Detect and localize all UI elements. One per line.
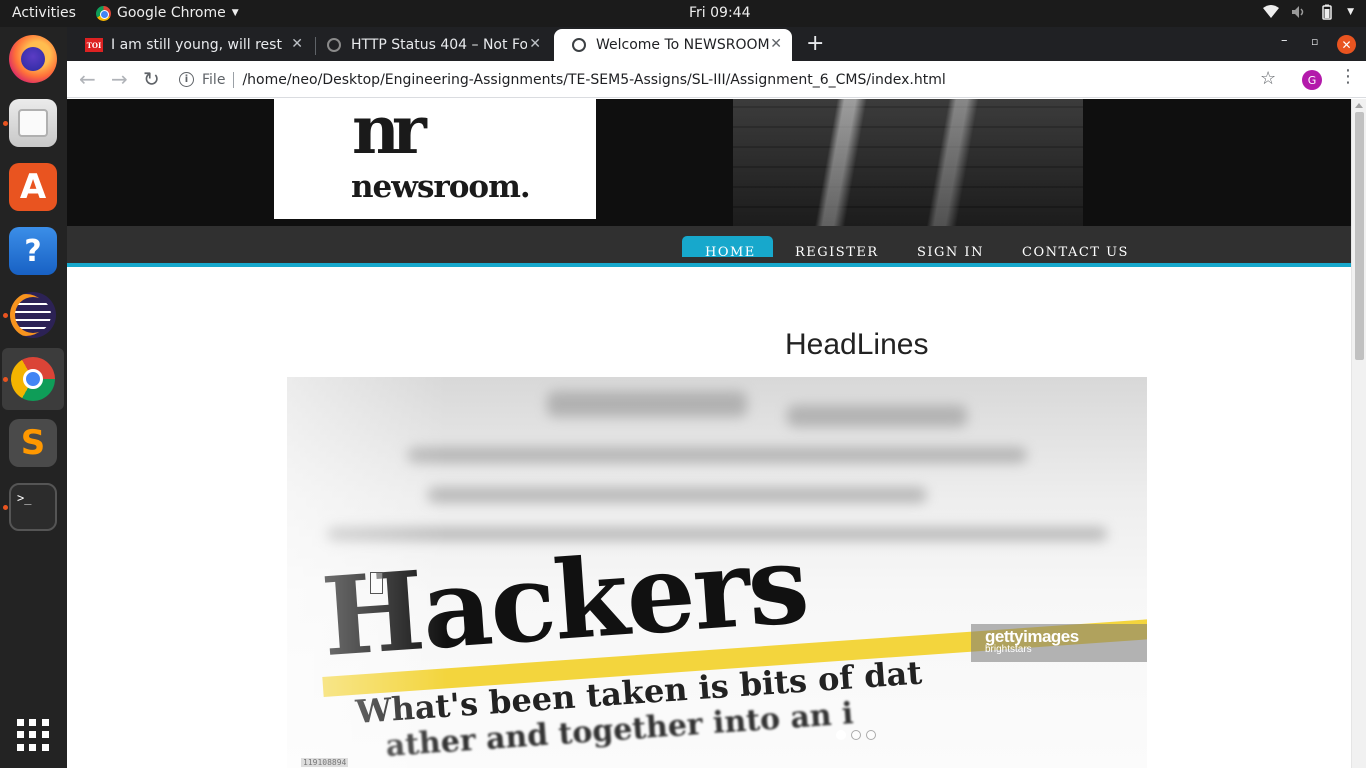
tab-title: I am still young, will rest a [111,37,287,53]
globe-icon [327,38,341,52]
firefox-icon [21,47,45,71]
section-heading: HeadLines [785,328,929,361]
carousel-prev-icon[interactable] [370,572,383,594]
tab-toi[interactable]: TOI I am still young, will rest a ✕ [67,29,313,61]
scroll-thumb[interactable] [1355,112,1364,360]
show-applications-icon[interactable] [17,719,49,751]
activities-button[interactable]: Activities [12,5,76,21]
carousel-dot[interactable] [866,730,876,740]
volume-icon [1292,6,1304,18]
app-menu-label: Google Chrome [117,5,226,21]
app-menu[interactable]: Google Chrome ▼ [96,5,239,21]
files-icon [18,109,48,137]
nav-contact-us[interactable]: CONTACT US [1022,245,1129,260]
slide-fade [287,377,447,768]
new-tab-button[interactable]: + [806,33,824,55]
toolbar: ← → ↻ i File /home/neo/Desktop/Engineeri… [67,61,1366,98]
terminal-launcher[interactable]: >_ [9,483,57,531]
tab-newsroom[interactable]: Welcome To NEWSROOM ✕ [554,29,792,61]
eclipse-icon [10,292,56,338]
bookmark-star-icon[interactable]: ☆ [1260,68,1276,89]
system-top-bar: Activities Google Chrome ▼ Fri 09:44 ▼ [0,0,1366,27]
terminal-icon: >_ [17,491,32,505]
scroll-up-arrow-icon[interactable] [1355,103,1363,108]
site-nav: HOME REGISTER SIGN IN CONTACT US [67,226,1351,267]
image-id-label: 119108894 [301,758,349,767]
chrome-icon [11,357,55,401]
tab-http-404[interactable]: HTTP Status 404 – Not Fou ✕ [309,29,551,61]
running-indicator [3,505,8,510]
system-menu-icon: ▼ [1347,7,1354,17]
sublime-text-launcher[interactable]: S [9,419,57,467]
url-separator [233,71,235,88]
carousel-dot[interactable] [836,730,846,740]
carousel-dot[interactable] [851,730,861,740]
profile-avatar[interactable]: G [1302,70,1322,90]
tab-strip: TOI I am still young, will rest a ✕ HTTP… [67,27,1366,61]
running-indicator [3,377,8,382]
close-tab-icon[interactable]: ✕ [770,36,782,52]
ubuntu-software-launcher[interactable]: A [9,163,57,211]
header-photo [733,99,1083,226]
reload-button[interactable]: ↻ [143,67,160,91]
headline-carousel[interactable]: Hackers What's been taken is bits of dat… [287,377,1147,768]
toi-favicon: TOI [85,38,103,52]
running-indicator [3,121,8,126]
files-launcher[interactable] [9,99,57,147]
minimize-button[interactable]: – [1281,33,1288,48]
page-viewport: nr newsroom. HOME REGISTER SIGN IN CONTA… [67,99,1366,768]
globe-icon [572,38,586,52]
firefox-launcher[interactable] [9,35,57,83]
blurred-text [407,447,1027,463]
software-icon: A [19,167,47,207]
page-scrollbar[interactable] [1351,99,1366,768]
close-tab-icon[interactable]: ✕ [291,36,303,52]
getty-watermark: gettyimages brightstars [971,624,1147,662]
blurred-text [787,405,967,427]
caret-down-icon: ▼ [231,8,239,18]
logo-text: newsroom. [351,169,531,205]
back-button[interactable]: ← [79,67,96,91]
carousel-indicators [836,730,876,740]
address-bar[interactable]: i File /home/neo/Desktop/Engineering-Ass… [175,65,1303,94]
eclipse-launcher[interactable] [9,291,57,339]
chrome-launcher[interactable] [9,355,57,403]
help-icon: ? [24,233,42,269]
maximize-button[interactable]: ▫ [1311,35,1318,48]
chrome-menu-icon[interactable]: ⋮ [1339,68,1357,86]
scheme-label: File [202,71,226,88]
battery-icon [1322,4,1332,20]
site-logo[interactable]: nr newsroom. [274,99,596,219]
tab-title: Welcome To NEWSROOM [596,37,770,53]
chrome-icon [96,5,111,21]
close-window-button[interactable]: ✕ [1337,35,1356,54]
nav-sign-in[interactable]: SIGN IN [917,245,984,260]
system-tray[interactable]: ▼ [1263,4,1354,20]
blurred-text [427,487,927,503]
nav-home[interactable]: HOME [705,245,756,260]
help-launcher[interactable]: ? [9,227,57,275]
sublime-icon: S [20,423,46,463]
blurred-text [547,391,747,417]
wifi-icon [1263,5,1280,18]
info-icon[interactable]: i [179,72,194,87]
site-header: nr newsroom. [67,99,1351,226]
tab-title: HTTP Status 404 – Not Fou [351,37,527,53]
running-indicator [3,313,8,318]
close-tab-icon[interactable]: ✕ [529,36,541,52]
clock[interactable]: Fri 09:44 [689,5,750,21]
chrome-window: TOI I am still young, will rest a ✕ HTTP… [67,27,1366,768]
url-text[interactable]: /home/neo/Desktop/Engineering-Assignment… [242,72,945,88]
logo-mark: nr [352,99,427,169]
forward-button[interactable]: → [111,67,128,91]
nav-register[interactable]: REGISTER [795,245,879,260]
dock: A ? S >_ [0,27,67,768]
